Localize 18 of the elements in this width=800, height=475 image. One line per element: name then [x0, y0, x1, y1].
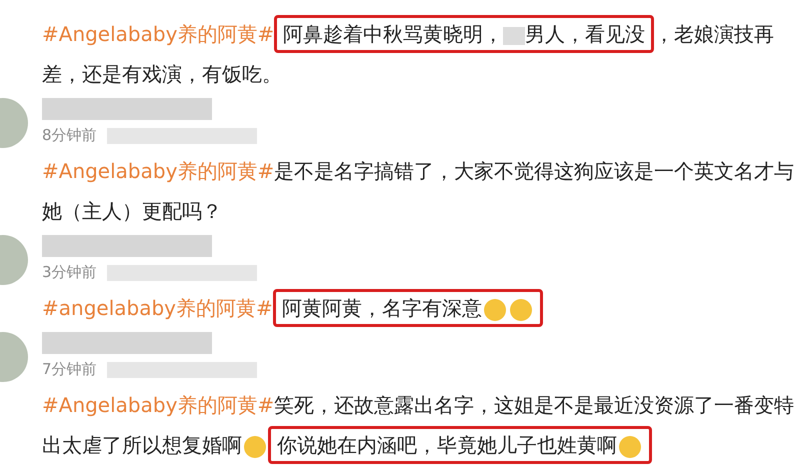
- hashtag-link[interactable]: #Angelababy养的阿黄#: [42, 393, 274, 417]
- emoji-icon: [244, 436, 266, 458]
- hashtag-link[interactable]: #angelababy养的阿黄#: [42, 296, 273, 320]
- comment-text: #Angelababy养的阿黄#笑死，还故意露出名字，这姐是不是最近没资源了一番变特出太虐了所以想复婚啊 你说她在内涵吧，毕竟她儿子也姓黄啊: [42, 385, 800, 465]
- comment-text: #Angelababy养的阿黄#是不是名字搞错了，大家不觉得这狗应该是一个英文名才与她（主人）更配吗？: [42, 158, 796, 225]
- emoji-icon: [510, 298, 532, 321]
- highlight-box: 阿黄阿黄，名字有深意: [272, 289, 543, 327]
- comment-time: 8分钟前: [42, 126, 97, 145]
- hashtag-link[interactable]: #Angelababy养的阿黄#: [42, 22, 274, 46]
- blurred-character: [503, 26, 526, 45]
- highlight-box: 阿鼻趁着中秋骂黄晓明， 男人，看见没: [274, 15, 654, 53]
- emoji-icon: [619, 436, 641, 458]
- emoji-icon: [484, 298, 506, 321]
- highlight-box: 你说她在内涵吧，毕竟她儿子也姓黄啊: [268, 426, 652, 464]
- comment-text: #Angelababy养的阿黄# 阿鼻趁着中秋骂黄晓明， 男人，看见没 ，老娘演技再差，还是有戏演，有饭吃。: [42, 14, 800, 94]
- comment-time: 7分钟前: [42, 360, 97, 379]
- comment-time: 3分钟前: [42, 263, 97, 282]
- hashtag-link[interactable]: #Angelababy养的阿黄#: [42, 159, 274, 183]
